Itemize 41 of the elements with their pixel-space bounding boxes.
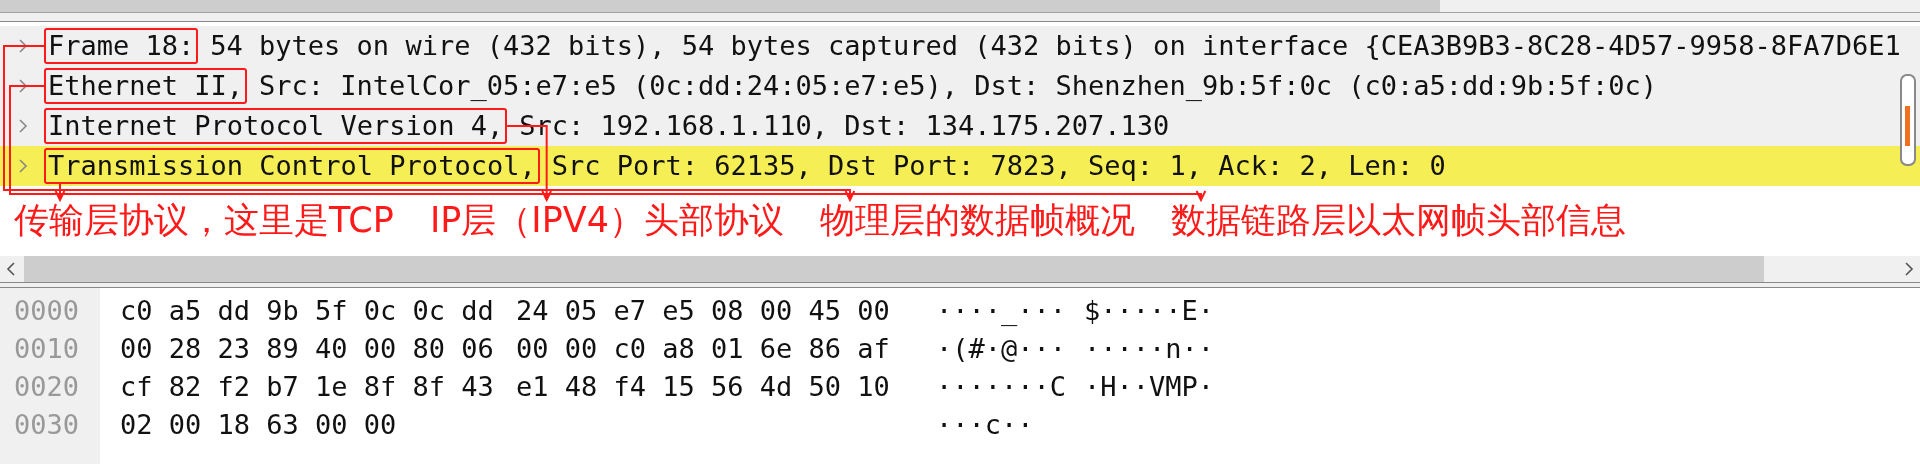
- byte-offset: 0010: [13, 332, 81, 366]
- protocol-name: Frame 18:: [48, 30, 195, 62]
- ascii-bytes: ·······C: [936, 370, 1068, 404]
- protocol-name: Internet Protocol Version 4,: [48, 110, 504, 142]
- ascii-bytes: ·H··VMP·: [1084, 370, 1215, 404]
- annotation-label: 传输层协议，这里是TCP: [14, 200, 394, 240]
- hex-bytes: 24 05 e7 e5 08 00 45 00: [516, 294, 891, 328]
- byte-offset: 0030: [13, 408, 81, 442]
- ascii-bytes: ····_···: [936, 294, 1068, 328]
- collapsed-chevron-icon[interactable]: [18, 159, 28, 173]
- hex-bytes: 00 28 23 89 40 00 80 06: [120, 332, 495, 366]
- protocol-summary: Src: IntelCor_05:e7:e5 (0c:dd:24:05:e7:e5), Dst: Shenzhen_9b:5f:0c (c0:a5:dd:9b:5f:0c): [259, 70, 1658, 102]
- collapsed-chevron-icon[interactable]: [18, 79, 28, 93]
- scroll-right-icon[interactable]: [1904, 262, 1914, 276]
- ascii-bytes: ···c··: [936, 408, 1035, 442]
- hex-bytes: 02 00 18 63 00 00: [120, 408, 398, 442]
- tree-row[interactable]: Frame 18: 54 bytes on wire (432 bits), 54 bytes captured (432 bits) on interface {CEA3B9B3-8C28-4D57-9958-8FA7D6E1: [0, 26, 1920, 66]
- hex-bytes: 00 00 c0 a8 01 6e 86 af: [516, 332, 891, 366]
- hex-bytes: c0 a5 dd 9b 5f 0c 0c dd: [120, 294, 495, 328]
- protocol-name: Ethernet II,: [48, 70, 244, 102]
- scrollbar-thumb[interactable]: [0, 0, 1440, 12]
- tree-row[interactable]: Ethernet II, Src: IntelCor_05:e7:e5 (0c:dd:24:05:e7:e5), Dst: Shenzhen_9b:5f:0c (c0:a5:dd:9b:5f:0c): [0, 66, 1920, 106]
- collapsed-chevron-icon[interactable]: [18, 119, 28, 133]
- annotation-label: 数据链路层以太网帧头部信息: [1170, 200, 1626, 240]
- byte-offset: 0000: [13, 294, 81, 328]
- protocol-name: Transmission Control Protocol,: [48, 150, 536, 182]
- annotation-label: IP层（IPV4）头部协议: [429, 200, 784, 240]
- scrollbar-thumb[interactable]: [1900, 74, 1916, 166]
- annotation-label: 物理层的数据帧概况: [819, 200, 1135, 240]
- ascii-bytes: ·····n··: [1084, 332, 1215, 366]
- ascii-bytes: $·····E·: [1084, 294, 1215, 328]
- scroll-position-marker: [1905, 106, 1910, 146]
- byte-offset: 0020: [13, 370, 81, 404]
- protocol-summary: 54 bytes on wire (432 bits), 54 bytes captured (432 bits) on interface {CEA3B9B3-8C28-4D57-9958-8FA7D6E1: [210, 30, 1901, 62]
- collapsed-chevron-icon[interactable]: [18, 39, 28, 53]
- scroll-left-icon[interactable]: [6, 262, 16, 276]
- ascii-bytes: ·(#·@···: [936, 332, 1068, 366]
- selected-tree-row[interactable]: Transmission Control Protocol, Src Port: 62135, Dst Port: 7823, Seq: 1, Ack: 2, Len: 0: [0, 146, 1920, 186]
- protocol-summary: Src Port: 62135, Dst Port: 7823, Seq: 1, Ack: 2, Len: 0: [551, 150, 1446, 182]
- hex-bytes: e1 48 f4 15 56 4d 50 10: [516, 370, 891, 404]
- hex-bytes: cf 82 f2 b7 1e 8f 8f 43: [120, 370, 495, 404]
